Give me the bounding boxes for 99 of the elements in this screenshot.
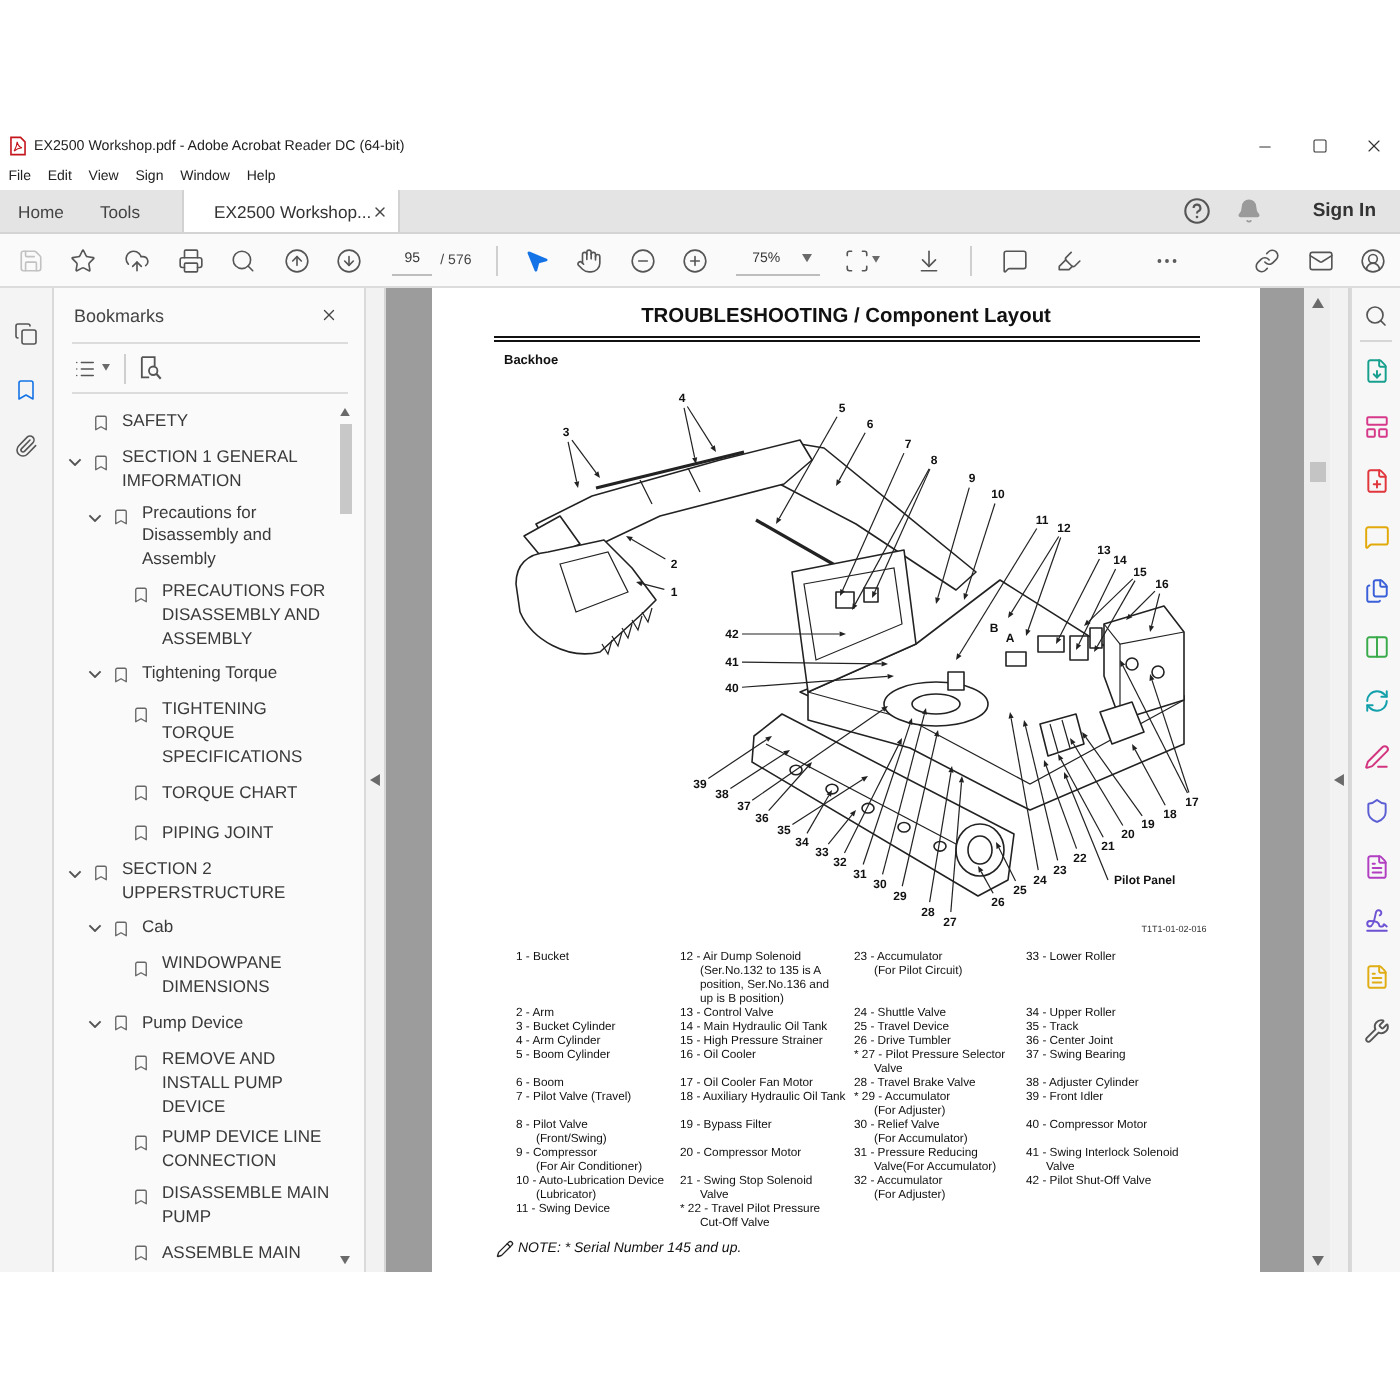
chevron-down-icon[interactable] xyxy=(88,924,102,933)
bookmark-icon xyxy=(91,413,109,431)
document-tab[interactable]: EX2500 Workshop... xyxy=(182,190,400,232)
bookmark-icon xyxy=(131,784,149,803)
bookmark-item[interactable]: TORQUE CHART xyxy=(162,777,298,810)
caret-down-icon[interactable] xyxy=(1311,1256,1323,1266)
help-icon[interactable] xyxy=(1184,198,1211,224)
zoom-out-icon[interactable] xyxy=(629,247,656,273)
signature-icon[interactable] xyxy=(1363,908,1389,934)
bookmark-item[interactable]: WINDOWPANE DIMENSIONS xyxy=(162,952,332,1000)
file-download-icon[interactable] xyxy=(1363,358,1389,384)
bookmark-item[interactable]: Precautions for Disassembly and Assembly xyxy=(142,501,332,572)
page-search-icon[interactable] xyxy=(140,356,162,380)
nav-tab[interactable]: Tools xyxy=(81,190,158,232)
bookmark-item[interactable]: SECTION 1 GENERAL IMFORMATION xyxy=(122,446,332,494)
scan-icon[interactable] xyxy=(844,247,871,273)
wrench-icon[interactable] xyxy=(1363,1018,1389,1044)
pdf-file-icon xyxy=(10,136,26,156)
scrollbar-thumb[interactable] xyxy=(339,424,351,515)
refresh-icon[interactable] xyxy=(1363,688,1389,714)
bookmark-item[interactable]: Tightening Torque xyxy=(142,658,278,691)
printer-icon[interactable] xyxy=(177,247,204,273)
close-icon[interactable] xyxy=(372,203,388,219)
chevron-down-icon[interactable] xyxy=(88,1019,102,1029)
page-title: TROUBLESHOOTING / Component Layout xyxy=(641,306,1051,330)
bookmark-icon xyxy=(91,453,109,471)
shield-icon[interactable] xyxy=(1363,798,1389,824)
bookmark-icon xyxy=(111,508,129,527)
bookmark-icon xyxy=(131,824,149,843)
bookmark-icon xyxy=(131,586,149,605)
leader-line xyxy=(872,468,931,598)
bookmark-icon xyxy=(131,705,149,724)
leader-line xyxy=(626,536,666,560)
bookmark-icon xyxy=(131,1188,149,1207)
files-icon[interactable] xyxy=(1363,578,1389,604)
caret-down-icon[interactable] xyxy=(802,254,813,264)
bookmark-icon xyxy=(111,665,129,684)
pen-icon[interactable] xyxy=(1363,743,1389,769)
caret-up-icon[interactable] xyxy=(1311,298,1323,308)
hand-icon[interactable] xyxy=(576,247,603,273)
caret-left-icon[interactable] xyxy=(1334,774,1344,786)
zoom-in-icon[interactable] xyxy=(682,247,709,273)
bookmark-icon xyxy=(111,919,129,938)
sign-in-button[interactable]: Sign In xyxy=(1312,200,1376,222)
comment-icon[interactable] xyxy=(1002,247,1029,273)
bookmark-item[interactable]: TIGHTENING TORQUE SPECIFICATIONS xyxy=(162,698,332,770)
arrow-down-line-icon[interactable] xyxy=(915,247,941,273)
bookmark-icon xyxy=(131,959,149,978)
caret-down-icon[interactable] xyxy=(102,364,110,372)
document-icon[interactable] xyxy=(1363,853,1389,879)
chevron-down-icon[interactable] xyxy=(68,869,82,878)
caret-down-icon[interactable] xyxy=(872,256,881,264)
arrow-up-circle-icon[interactable] xyxy=(283,247,310,273)
bookmark-item[interactable]: SAFETY xyxy=(122,406,189,438)
user-icon[interactable] xyxy=(1360,247,1387,273)
chevron-down-icon[interactable] xyxy=(88,670,102,679)
cloud-upload-icon[interactable] xyxy=(123,247,150,273)
bookmark-item[interactable]: Pump Device xyxy=(142,1007,244,1040)
chevron-down-icon[interactable] xyxy=(88,513,102,522)
pages-icon[interactable] xyxy=(14,322,38,346)
cursor-icon[interactable] xyxy=(523,247,550,273)
bookmark-icon xyxy=(111,1014,129,1033)
search-icon[interactable] xyxy=(230,247,257,273)
bookmark-item[interactable]: PRECAUTIONS FOR DISASSEMBLY AND ASSEMBLY xyxy=(162,579,332,651)
bookmark-icon xyxy=(131,1054,149,1073)
caret-left-icon[interactable] xyxy=(370,774,380,786)
caret-up-icon[interactable] xyxy=(340,408,350,417)
maximize-icon[interactable] xyxy=(1311,138,1327,154)
bookmark-item[interactable]: ASSEMBLE MAIN xyxy=(162,1237,301,1270)
caret-down-icon[interactable] xyxy=(340,1255,350,1264)
star-icon[interactable] xyxy=(70,247,97,273)
close-icon[interactable] xyxy=(1363,136,1383,156)
mail-icon[interactable] xyxy=(1307,247,1334,273)
search-icon[interactable] xyxy=(1364,304,1388,328)
panel-title: Bookmarks xyxy=(74,305,165,325)
highlighter-icon[interactable] xyxy=(1055,247,1082,273)
leader-line xyxy=(636,581,665,591)
bookmark-item[interactable]: REMOVE AND INSTALL PUMP DEVICE xyxy=(162,1047,332,1119)
bookmark-icon xyxy=(131,1133,149,1152)
link-icon[interactable] xyxy=(1254,247,1281,273)
bookmark-icon xyxy=(91,864,109,883)
bookmark-item[interactable]: PUMP DEVICE LINE CONNECTION xyxy=(162,1126,332,1174)
scrollbar-thumb[interactable] xyxy=(1309,461,1325,482)
columns-icon[interactable] xyxy=(1363,633,1389,659)
bookmark-icon[interactable] xyxy=(14,378,38,402)
arrow-down-circle-icon[interactable] xyxy=(336,247,363,273)
bookmark-item[interactable]: Cab xyxy=(142,912,174,945)
file-plus-icon[interactable] xyxy=(1363,468,1389,494)
close-icon[interactable] xyxy=(320,306,338,324)
bookmark-item[interactable]: DISASSEMBLE MAIN PUMP xyxy=(162,1181,332,1230)
bookmark-item[interactable]: PIPING JOINT xyxy=(162,817,274,850)
chevron-down-icon[interactable] xyxy=(68,457,82,467)
leader-line xyxy=(741,631,846,637)
layout-icon[interactable] xyxy=(1363,413,1389,439)
paperclip-icon[interactable] xyxy=(14,434,38,458)
bookmark-icon xyxy=(131,1244,149,1263)
pencil-icon xyxy=(496,1240,514,1258)
bookmark-item[interactable]: SECTION 2 UPPERSTRUCTURE xyxy=(122,857,332,905)
nav-tab[interactable]: Home xyxy=(0,190,82,232)
